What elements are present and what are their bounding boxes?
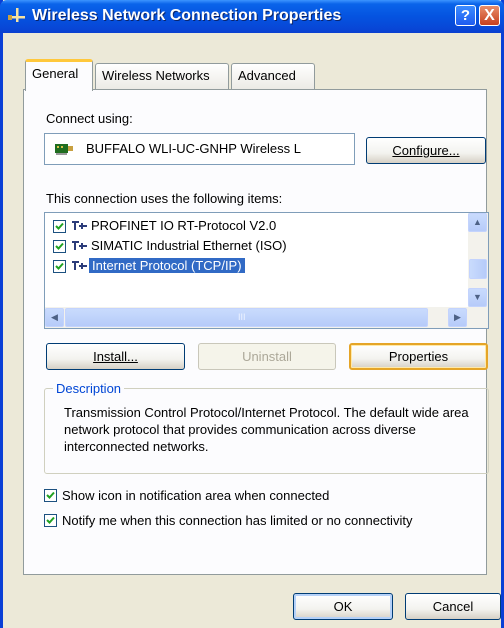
tab-advanced[interactable]: Advanced [231,63,315,89]
item-checkbox[interactable] [53,240,66,253]
adapter-field: BUFFALO WLI-UC-GNHP Wireless L [44,133,355,165]
list-item[interactable]: PROFINET IO RT-Protocol V2.0 [45,216,465,236]
protocol-icon [72,221,87,230]
scroll-right-icon[interactable]: ▶ [448,308,467,327]
notify-option[interactable]: Notify me when this connection has limit… [44,512,484,530]
ok-button[interactable]: OK [293,593,393,620]
configure-button[interactable]: Configure... [366,137,486,164]
cancel-button[interactable]: Cancel [405,593,501,620]
title-bar[interactable]: Wireless Network Connection Properties ?… [0,0,504,33]
scroll-down-icon[interactable]: ▼ [468,288,487,307]
vertical-scroll-thumb[interactable] [469,259,487,279]
properties-button-label: Properties [388,349,449,364]
protocol-icon [72,241,87,250]
horizontal-scroll-thumb[interactable]: III [65,308,428,327]
list-item-selected[interactable]: Internet Protocol (TCP/IP) [45,256,465,276]
show-icon-option[interactable]: Show icon in notification area when conn… [44,487,484,505]
uninstall-button-label: Uninstall [242,349,292,364]
install-button[interactable]: Install... [46,343,185,370]
items-label: This connection uses the following items… [46,191,283,206]
scroll-left-icon[interactable]: ◀ [45,308,64,327]
network-connection-icon [8,8,25,22]
protocol-icon [72,261,87,270]
scroll-grip-icon: III [238,312,246,322]
properties-button[interactable]: Properties [349,343,488,370]
cancel-button-label: Cancel [432,599,474,614]
horizontal-scrollbar[interactable]: ◀ III ▶ [45,307,488,328]
window-title: Wireless Network Connection Properties [32,7,342,24]
uninstall-button[interactable]: Uninstall [198,343,336,370]
notify-label: Notify me when this connection has limit… [62,513,413,528]
adapter-name: BUFFALO WLI-UC-GNHP Wireless L [86,141,302,156]
network-adapter-icon [55,144,73,155]
list-item-label: Internet Protocol (TCP/IP) [89,258,245,273]
help-button[interactable]: ? [455,5,476,26]
description-text: Transmission Control Protocol/Internet P… [64,405,469,454]
configure-button-label: Configure... [392,143,460,158]
vertical-scrollbar[interactable]: ▲ ▼ [468,213,488,307]
close-button[interactable]: X [479,5,500,26]
show-icon-label: Show icon in notification area when conn… [62,488,330,503]
show-icon-checkbox[interactable] [44,489,57,502]
ok-button-label: OK [333,599,353,614]
properties-dialog: Wireless Network Connection Properties ?… [0,0,504,628]
list-item[interactable]: SIMATIC Industrial Ethernet (ISO) [45,236,465,256]
install-button-label: Install... [93,349,138,364]
list-item-label: SIMATIC Industrial Ethernet (ISO) [91,238,287,253]
connect-using-label: Connect using: [46,111,133,126]
list-item-label: PROFINET IO RT-Protocol V2.0 [91,218,277,233]
item-checkbox[interactable] [53,220,66,233]
description-legend: Description [53,381,125,396]
tab-wireless-networks[interactable]: Wireless Networks [95,63,229,89]
item-checkbox[interactable] [53,260,66,273]
tab-general[interactable]: General [25,59,93,91]
scroll-up-icon[interactable]: ▲ [468,213,487,232]
notify-checkbox[interactable] [44,514,57,527]
components-listbox[interactable]: PROFINET IO RT-Protocol V2.0 SIMATIC Ind… [44,212,489,329]
